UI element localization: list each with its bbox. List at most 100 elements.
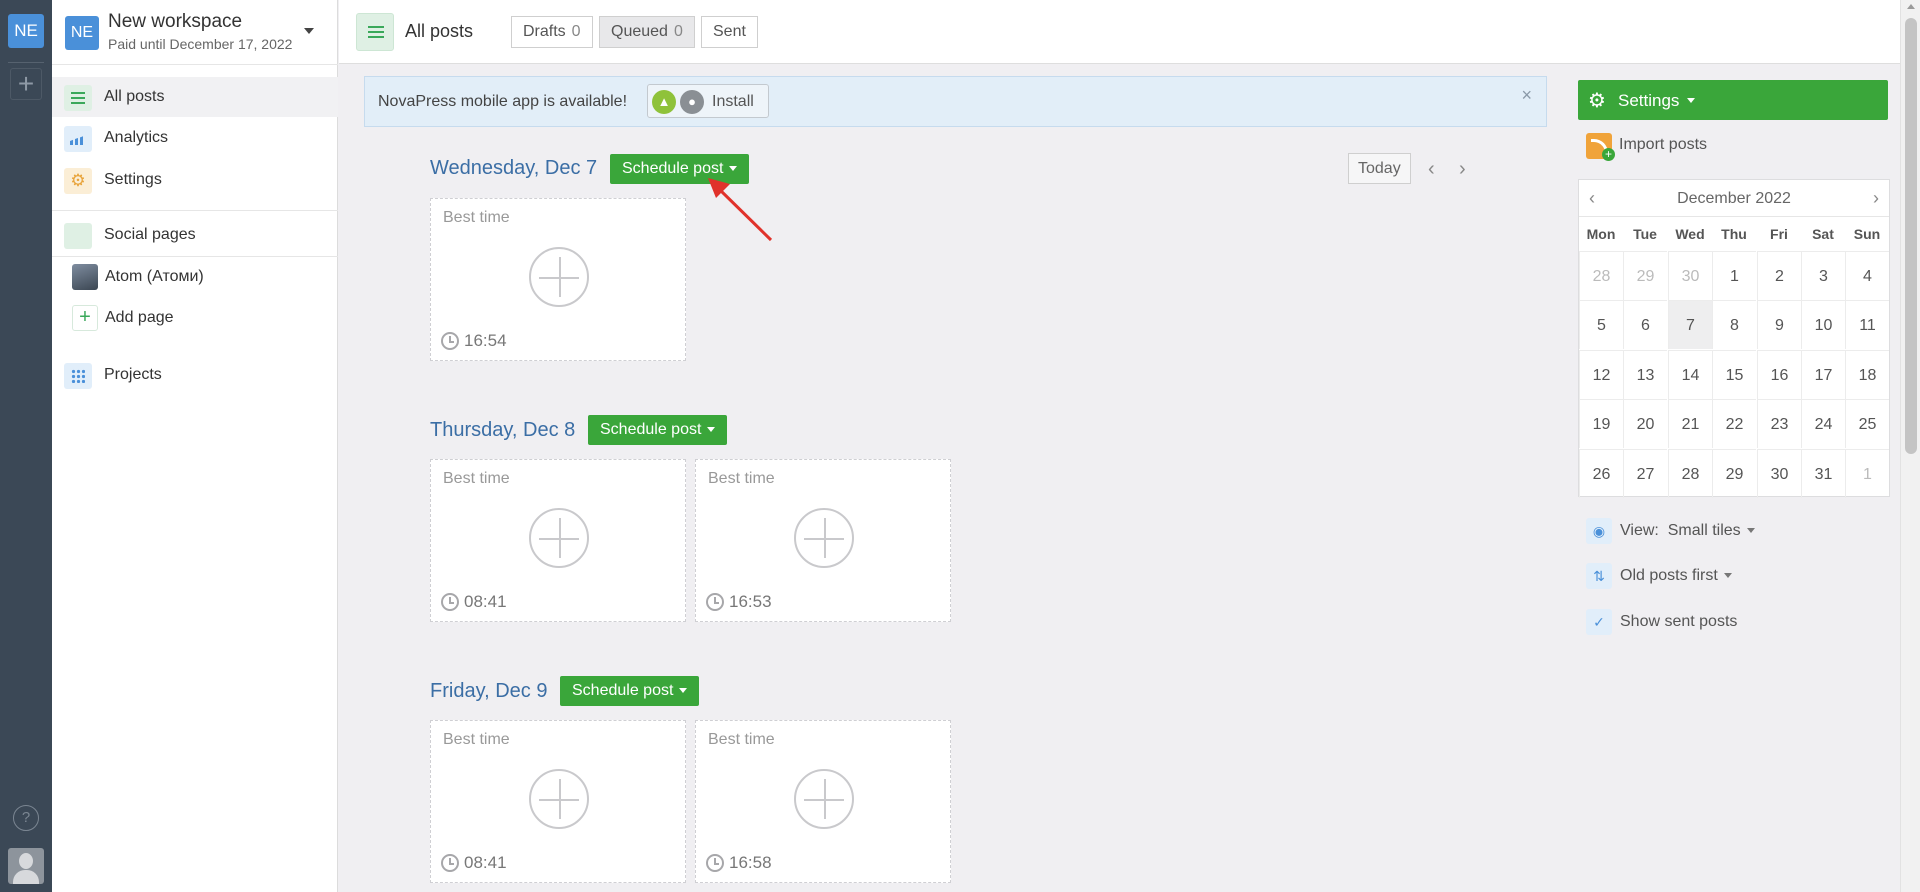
calendar-day[interactable]: 3 [1801,251,1845,300]
tab-queued[interactable]: Queued 0 [599,16,695,48]
sidebar-item-settings[interactable]: ⚙ Settings [52,160,338,200]
view-label: View: [1620,522,1659,539]
calendar-day[interactable]: 12 [1579,349,1623,399]
calendar-day[interactable]: 18 [1845,349,1889,399]
install-app-button[interactable]: ▲ ● Install [647,84,769,118]
workspace-switcher-badge[interactable]: NE [8,14,44,48]
calendar-day[interactable]: 30 [1668,251,1712,300]
calendar-day[interactable]: 23 [1757,399,1801,449]
calendar-day[interactable]: 10 [1801,300,1845,350]
calendar-day[interactable]: 21 [1668,399,1712,449]
calendar-day[interactable]: 24 [1801,399,1845,449]
calendar-day[interactable]: 6 [1623,300,1667,350]
sidebar-divider [52,64,338,65]
checkbox-checked-icon[interactable]: ✓ [1586,609,1612,635]
clock-icon [706,854,724,872]
calendar-day[interactable]: 29 [1712,448,1756,498]
avatar-body-shape [13,870,39,884]
calendar-day[interactable]: 25 [1845,399,1889,449]
calendar-header: ‹ December 2022 › [1579,180,1889,217]
calendar-day[interactable]: 17 [1801,349,1845,399]
sidebar-item-all-posts[interactable]: All posts [52,77,338,117]
weekday-header: Fri [1770,226,1788,242]
calendar-day[interactable]: 28 [1579,251,1623,300]
slot-time: 08:41 [464,592,507,611]
schedule-post-button[interactable]: Schedule post [560,676,700,706]
calendar-day[interactable]: 1 [1845,448,1889,498]
weekday-header: Sat [1812,226,1834,242]
best-time-slot[interactable]: Best time 16:58 [695,720,951,883]
rss-import-icon[interactable] [1586,133,1615,161]
sidebar-item-label: Analytics [104,129,169,146]
scroll-up-icon[interactable] [1907,4,1915,9]
users-icon [64,223,92,249]
sidebar-item-social-pages[interactable]: Social pages [52,215,338,255]
slot-time: 16:54 [464,331,507,350]
calendar-day[interactable]: 2 [1757,251,1801,300]
calendar-day[interactable]: 31 [1801,448,1845,498]
calendar-day[interactable]: 14 [1668,349,1712,399]
today-button[interactable]: Today [1348,153,1411,184]
sidebar-item-add-page[interactable]: + Add page [52,298,338,338]
page-scrollbar[interactable] [1900,0,1920,892]
page-avatar-icon [72,264,98,290]
calendar-day[interactable]: 28 [1668,448,1712,498]
calendar-day[interactable]: 27 [1623,448,1667,498]
caret-down-icon [1723,573,1732,579]
schedule-post-button[interactable]: Schedule post [588,415,728,445]
clock-icon [441,854,459,872]
weekday-header: Wed [1675,226,1705,242]
best-time-slot[interactable]: Best time 16:53 [695,459,951,622]
rail-divider [8,62,44,63]
chevron-right-icon[interactable]: › [1873,188,1879,209]
sidebar-item-label: Social pages [104,226,196,243]
add-post-icon[interactable] [529,769,589,829]
scrollbar-thumb[interactable] [1905,18,1917,454]
tab-sent[interactable]: Sent [701,16,758,48]
workspace-caret-icon[interactable] [304,28,314,34]
calendar-day[interactable]: 29 [1623,251,1667,300]
workspace-rail: NE + ? [0,0,52,892]
calendar-day[interactable]: 9 [1757,300,1801,350]
workspace-header[interactable]: NE New workspace Paid until December 17,… [52,0,338,64]
calendar-day[interactable]: 1 [1712,251,1756,300]
workspace-badge: NE [65,16,99,50]
user-avatar[interactable] [8,848,44,884]
best-time-label: Best time [708,470,775,487]
calendar-day[interactable]: 20 [1623,399,1667,449]
sidebar-item-analytics[interactable]: Analytics [52,118,338,158]
calendar-day[interactable]: 15 [1712,349,1756,399]
calendar-day[interactable]: 16 [1757,349,1801,399]
add-workspace-button[interactable]: + [10,68,42,100]
add-post-icon[interactable] [529,508,589,568]
android-icon: ▲ [652,90,676,114]
calendar-day[interactable]: 7 [1668,300,1712,350]
best-time-slot[interactable]: Best time 08:41 [430,459,686,622]
add-post-icon[interactable] [794,769,854,829]
close-icon[interactable]: × [1521,85,1532,106]
best-time-slot[interactable]: Best time 08:41 [430,720,686,883]
calendar-day[interactable]: 30 [1757,448,1801,498]
sidebar-item-page-atom[interactable]: Atom (Атоми) [52,257,338,297]
help-icon[interactable]: ? [13,805,39,831]
tab-drafts[interactable]: Drafts 0 [511,16,593,48]
import-posts-link[interactable]: Import posts [1619,136,1707,154]
sidebar-item-projects[interactable]: Projects [52,355,338,395]
settings-dropdown-button[interactable]: ⚙ Settings [1578,80,1888,120]
best-time-slot[interactable]: Best time 16:54 [430,198,686,361]
chevron-left-icon[interactable]: ‹ [1428,158,1435,181]
calendar-day[interactable]: 13 [1623,349,1667,399]
best-time-label: Best time [708,731,775,748]
calendar-day[interactable]: 4 [1845,251,1889,300]
tab-count: 0 [571,23,581,40]
calendar-day[interactable]: 5 [1579,300,1623,350]
add-post-icon[interactable] [529,247,589,307]
sidebar-item-label: Settings [104,171,162,188]
add-post-icon[interactable] [794,508,854,568]
calendar-day[interactable]: 8 [1712,300,1756,350]
calendar-day[interactable]: 22 [1712,399,1756,449]
calendar-day[interactable]: 19 [1579,399,1623,449]
calendar-day[interactable]: 11 [1845,300,1889,350]
chevron-right-icon[interactable]: › [1459,158,1466,181]
calendar-day[interactable]: 26 [1579,448,1623,498]
